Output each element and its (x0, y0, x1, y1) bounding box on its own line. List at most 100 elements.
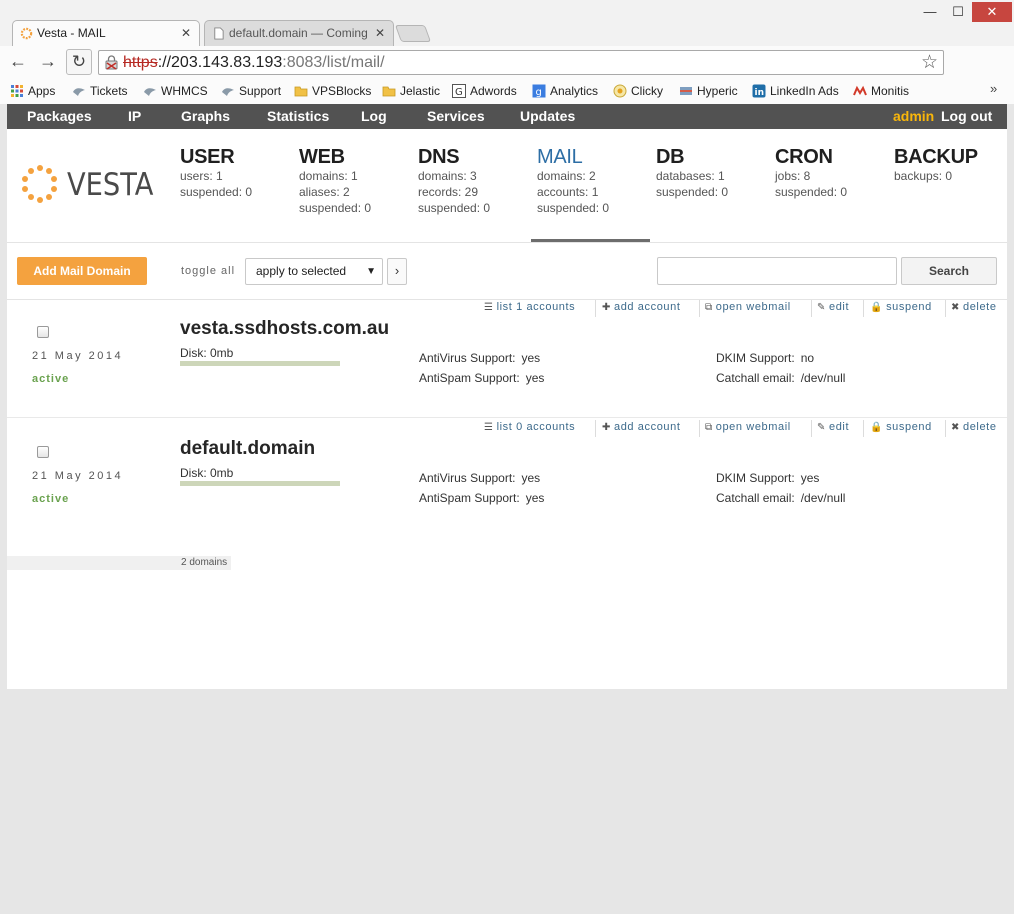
suspend-link[interactable]: 🔒 suspend (870, 421, 932, 433)
bookmark-clicky[interactable]: Clicky (611, 82, 663, 100)
folder-icon (382, 86, 396, 97)
bookmark-hyperic[interactable]: Hyperic (677, 82, 738, 100)
field-value: yes (521, 471, 541, 485)
bookmark-support[interactable]: Support (219, 82, 281, 100)
tab-title: default.domain — Coming (229, 26, 368, 40)
list-icon: ☰ (484, 422, 494, 433)
bookmark-linkedin-ads[interactable]: in LinkedIn Ads (750, 82, 839, 100)
action-label: delete (962, 421, 997, 433)
field-label: AntiVirus Support: (419, 351, 516, 365)
forward-arrow-icon[interactable]: → (36, 50, 60, 74)
add-mail-domain-button[interactable]: Add Mail Domain (17, 257, 147, 285)
separator (595, 420, 596, 437)
domain-count: 2 domains (181, 557, 228, 568)
stat-title: MAIL (537, 146, 583, 168)
domain-name[interactable]: default.domain (180, 438, 315, 460)
delete-link[interactable]: ✖ delete (951, 301, 997, 313)
nav-graphs[interactable]: Graphs (181, 104, 230, 129)
antivirus-field: AntiVirus Support: yes (419, 351, 540, 365)
stat-line: aliases: 2 (299, 185, 350, 199)
bulk-apply-button[interactable]: › (387, 258, 407, 285)
nav-log[interactable]: Log (361, 104, 387, 129)
stat-title: CRON (775, 146, 833, 168)
nav-services[interactable]: Services (427, 104, 485, 129)
nav-logout[interactable]: Log out (941, 104, 992, 129)
tab-close-icon[interactable]: ✕ (375, 21, 385, 45)
stat-user[interactable]: USER users: 1 suspended: 0 (180, 146, 300, 200)
open-webmail-link[interactable]: ⧉ open webmail (705, 421, 791, 433)
delete-link[interactable]: ✖ delete (951, 421, 997, 433)
stat-line: suspended: 0 (180, 185, 253, 199)
field-value: no (800, 351, 815, 365)
row-checkbox[interactable] (37, 446, 49, 458)
add-account-link[interactable]: ✚ add account (602, 301, 681, 313)
stat-web[interactable]: WEB domains: 1 aliases: 2 suspended: 0 (299, 146, 419, 216)
stat-mail[interactable]: MAIL domains: 2 accounts: 1 suspended: 0 (537, 146, 657, 216)
window-icon: ⧉ (705, 302, 713, 313)
tab-close-icon[interactable]: ✕ (181, 21, 191, 45)
separator (811, 300, 812, 317)
separator (699, 420, 700, 437)
bulk-action-select[interactable]: apply to selected ▼ (245, 258, 383, 285)
dkim-field: DKIM Support: yes (716, 471, 819, 485)
action-label: add account (613, 421, 681, 433)
nav-updates[interactable]: Updates (520, 104, 575, 129)
row-checkbox[interactable] (37, 326, 49, 338)
bookmark-jelastic[interactable]: Jelastic (380, 82, 440, 100)
search-input[interactable] (657, 257, 897, 285)
stat-line: domains: 2 (537, 169, 596, 183)
separator (811, 420, 812, 437)
bookmark-star-icon[interactable]: ☆ (921, 51, 938, 74)
domain-name[interactable]: vesta.ssdhosts.com.au (180, 318, 389, 340)
close-window-icon[interactable]: ✕ (972, 2, 1012, 22)
field-label: DKIM Support: (716, 471, 795, 485)
status-badge: active (32, 373, 70, 385)
bookmarks-overflow-icon[interactable]: » (990, 81, 997, 96)
nav-user-admin[interactable]: admin (893, 104, 934, 129)
bookmark-tickets[interactable]: Tickets (70, 82, 128, 100)
edit-link[interactable]: ✎ edit (817, 421, 849, 433)
maximize-icon[interactable]: ☐ (944, 2, 972, 22)
suspend-link[interactable]: 🔒 suspend (870, 301, 932, 313)
reload-icon[interactable]: ↻ (66, 49, 92, 75)
stat-dns[interactable]: DNS domains: 3 records: 29 suspended: 0 (418, 146, 538, 216)
separator (863, 420, 864, 437)
bookmark-label: Tickets (90, 84, 128, 98)
toggle-all-link[interactable]: toggle all (181, 265, 235, 277)
tab-default-domain[interactable]: default.domain — Coming ✕ (204, 20, 394, 46)
stat-backup[interactable]: BACKUP backups: 0 (894, 146, 1014, 184)
folder-icon (294, 86, 308, 97)
add-account-link[interactable]: ✚ add account (602, 421, 681, 433)
apps-grid-icon (11, 85, 23, 97)
bookmark-vpsblocks[interactable]: VPSBlocks (292, 82, 371, 100)
field-label: AntiVirus Support: (419, 471, 516, 485)
vesta-logo-icon (22, 165, 57, 203)
back-arrow-icon[interactable]: ← (6, 50, 30, 74)
bookmark-adwords[interactable]: G Adwords (450, 82, 517, 100)
new-tab-button[interactable] (394, 25, 432, 42)
minimize-icon[interactable]: — (916, 2, 944, 22)
bookmark-apps[interactable]: Apps (8, 82, 55, 100)
address-bar[interactable]: https://203.143.83.193:8083/list/mail/ ☆ (98, 50, 944, 75)
nav-statistics[interactable]: Statistics (267, 104, 329, 129)
stat-db[interactable]: DB databases: 1 suspended: 0 (656, 146, 776, 200)
stat-cron[interactable]: CRON jobs: 8 suspended: 0 (775, 146, 895, 200)
list-accounts-link[interactable]: ☰ list 1 accounts (484, 301, 575, 313)
action-label: edit (828, 421, 850, 433)
catchall-field: Catchall email: /dev/null (716, 491, 845, 505)
nav-packages[interactable]: Packages (27, 104, 92, 129)
bookmark-whmcs[interactable]: WHMCS (141, 82, 208, 100)
tab-vesta-mail[interactable]: Vesta - MAIL ✕ (12, 20, 200, 46)
list-accounts-link[interactable]: ☰ list 0 accounts (484, 421, 575, 433)
bookmark-label: Monitis (871, 84, 910, 98)
chevron-down-icon: ▼ (366, 266, 376, 277)
search-button[interactable]: Search (901, 257, 997, 285)
bookmark-analytics[interactable]: g Analytics (530, 82, 598, 100)
svg-text:G: G (455, 87, 463, 98)
edit-link[interactable]: ✎ edit (817, 301, 849, 313)
bookmark-monitis[interactable]: Monitis (851, 82, 909, 100)
open-webmail-link[interactable]: ⧉ open webmail (705, 301, 791, 313)
nav-ip[interactable]: IP (128, 104, 141, 129)
vesta-logo[interactable]: VESTA (19, 164, 153, 204)
browser-chrome: Vesta - MAIL ✕ default.domain — Coming ✕… (0, 0, 1014, 117)
